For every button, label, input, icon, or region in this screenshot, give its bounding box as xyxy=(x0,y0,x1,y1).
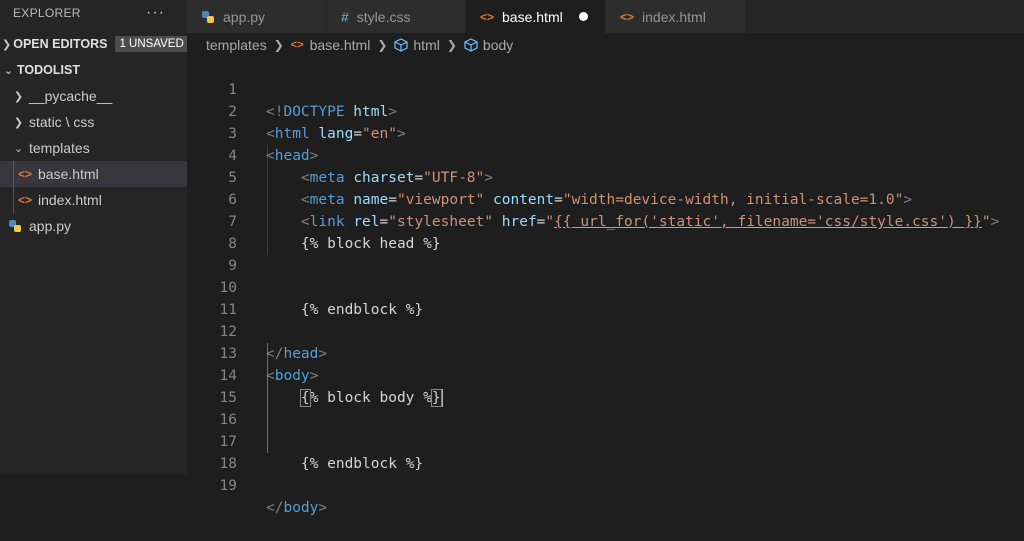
breadcrumb-node-html[interactable]: html xyxy=(413,37,439,53)
tab-label: base.html xyxy=(502,8,563,25)
tree-item-base-html[interactable]: <> base.html xyxy=(0,161,187,187)
tab-base-html[interactable]: <> base.html xyxy=(466,0,606,33)
element-cube-icon xyxy=(394,38,408,52)
code-line: 18 xyxy=(187,431,1024,472)
code-line: 16 xyxy=(187,387,1024,428)
tab-label: app.py xyxy=(223,8,266,25)
tree-item-pycache[interactable]: ❯ __pycache__ xyxy=(0,83,187,109)
code-line: 4 <meta charset="UTF-8"> xyxy=(187,123,1024,186)
code-line: 5 <meta name="viewport" content="width=d… xyxy=(187,145,1024,208)
code-line: 13 <body> xyxy=(187,321,1024,384)
code-editor[interactable]: 1 <!DOCTYPE html> 2 <html lang="en"> 3 <… xyxy=(187,57,1024,516)
unsaved-dot-icon[interactable] xyxy=(578,12,588,21)
chevron-right-icon: ❯ xyxy=(2,38,12,51)
chevron-right-icon: ❯ xyxy=(273,38,284,52)
html-file-icon: <> xyxy=(18,193,33,207)
code-line: 15 xyxy=(187,365,1024,406)
tree-item-label: __pycache__ xyxy=(29,88,113,104)
tree-item-label: index.html xyxy=(38,192,102,208)
open-editors-label: OPEN EDITORS xyxy=(13,37,108,51)
tab-app-py[interactable]: app.py xyxy=(187,0,327,33)
explorer-sidebar: EXPLORER ··· ❯ OPEN EDITORS 1 UNSAVED ⌄ … xyxy=(0,0,187,475)
tree-item-label: base.html xyxy=(38,166,99,182)
tree-item-label: static \ css xyxy=(29,114,95,130)
code-line: 12 </head> xyxy=(187,299,1024,362)
chevron-down-icon: ⌄ xyxy=(3,64,14,77)
chevron-down-icon: ⌄ xyxy=(13,142,24,155)
html-icon: <> xyxy=(290,39,304,51)
chevron-right-icon: ❯ xyxy=(377,38,388,52)
project-label: TODOLIST xyxy=(17,63,80,77)
html-icon: <> xyxy=(620,9,635,24)
code-token: body xyxy=(283,500,319,516)
code-line: 11 xyxy=(187,277,1024,318)
code-line: 1 <!DOCTYPE html> xyxy=(187,57,1024,120)
tree-item-label: app.py xyxy=(29,218,72,234)
indent-guide xyxy=(13,161,14,187)
python-icon xyxy=(202,10,214,23)
code-line: 7 {% block head %} xyxy=(187,189,1024,252)
tree-item-templates[interactable]: ⌄ templates xyxy=(0,135,187,161)
tree-item-index-html[interactable]: <> index.html xyxy=(0,187,187,213)
breadcrumb-node-body[interactable]: body xyxy=(483,37,513,53)
code-line: 8 xyxy=(187,211,1024,252)
code-line: 19 </body> xyxy=(187,453,1024,516)
html-icon: <> xyxy=(480,9,495,24)
code-line: 14 {% block body %} xyxy=(187,343,1024,407)
chevron-right-icon: ❯ xyxy=(446,38,457,52)
line-number: 19 xyxy=(219,478,237,494)
code-line: 3 <head> xyxy=(187,101,1024,164)
chevron-right-icon: ❯ xyxy=(13,116,24,129)
indent-guide xyxy=(13,187,14,213)
code-line: 2 <html lang="en"> xyxy=(187,79,1024,142)
html-file-icon: <> xyxy=(18,167,33,181)
open-editors-section[interactable]: ❯ OPEN EDITORS 1 UNSAVED xyxy=(0,31,187,57)
project-section[interactable]: ⌄ TODOLIST xyxy=(0,57,187,83)
explorer-header: EXPLORER ··· xyxy=(0,0,187,26)
tab-label: style.css xyxy=(356,8,411,25)
chevron-right-icon: ❯ xyxy=(13,90,24,103)
tree-item-label: templates xyxy=(29,140,90,156)
code-line: 9 xyxy=(187,233,1024,274)
code-line: 17 {% endblock %} xyxy=(187,409,1024,472)
explorer-title: EXPLORER xyxy=(13,6,81,20)
more-actions-icon[interactable]: ··· xyxy=(146,4,165,22)
tab-index-html[interactable]: <> index.html xyxy=(606,0,746,33)
tab-style-css[interactable]: # style.css xyxy=(327,0,466,33)
python-file-icon xyxy=(9,220,21,232)
tree-item-app-py[interactable]: app.py xyxy=(0,213,187,239)
unsaved-badge: 1 UNSAVED xyxy=(115,36,187,52)
element-cube-icon xyxy=(464,38,478,52)
breadcrumb: templates ❯ <> base.html ❯ html ❯ body xyxy=(187,33,1024,57)
breadcrumb-folder[interactable]: templates xyxy=(206,37,267,53)
tree-item-static-css[interactable]: ❯ static \ css xyxy=(0,109,187,135)
css-icon: # xyxy=(341,8,349,25)
editor-tab-bar: app.py # style.css <> base.html <> index… xyxy=(187,0,1024,33)
tab-label: index.html xyxy=(642,8,706,25)
code-line: 6 <link rel="stylesheet" href="{{ url_fo… xyxy=(187,167,1024,230)
breadcrumb-file[interactable]: base.html xyxy=(310,37,371,53)
code-line: 10 {% endblock %} xyxy=(187,255,1024,318)
